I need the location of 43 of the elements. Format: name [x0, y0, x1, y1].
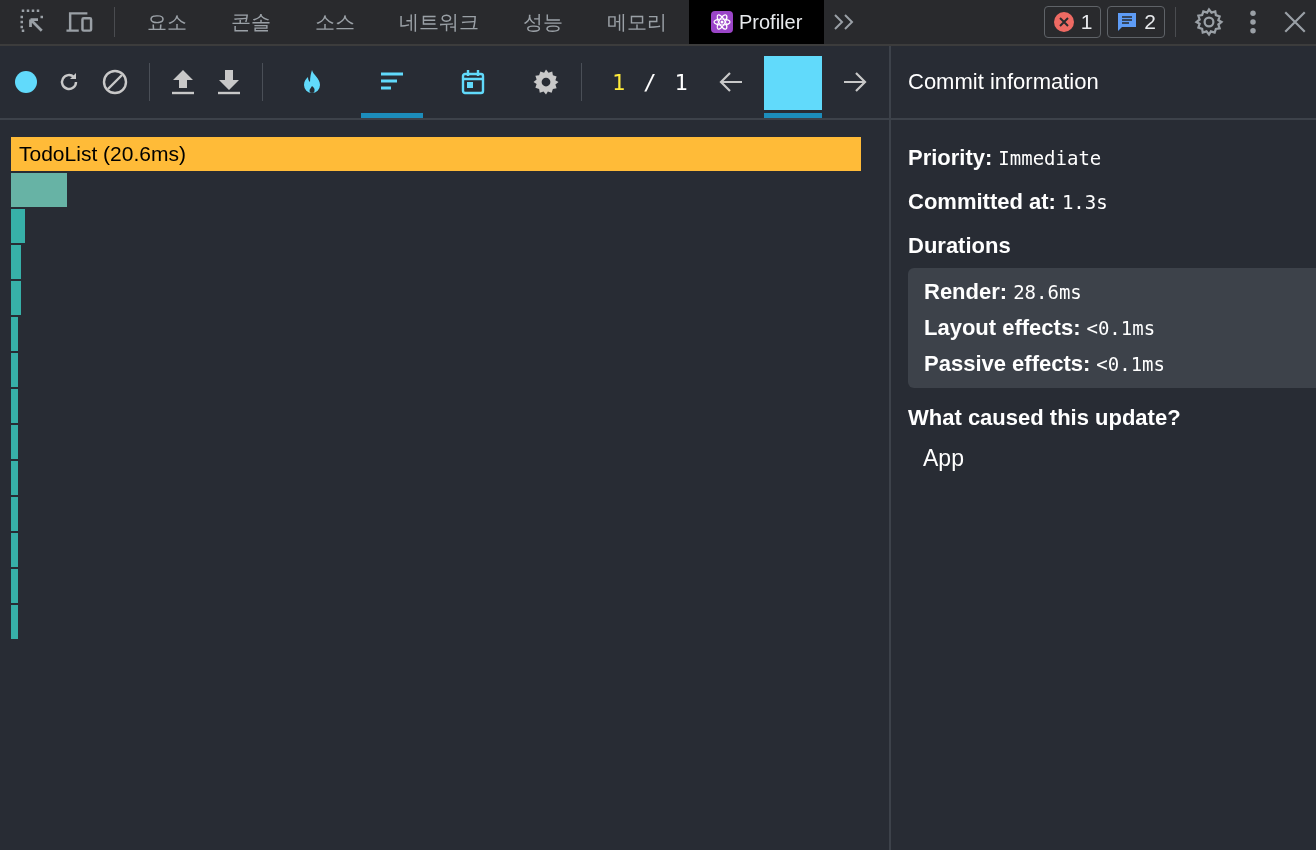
commit-index: 1	[612, 69, 626, 95]
component-bar[interactable]: TodoList (20.6ms)	[11, 137, 861, 171]
download-icon[interactable]	[216, 68, 242, 96]
panel-tab[interactable]: 소스	[293, 0, 377, 44]
field-label: Passive effects:	[924, 351, 1091, 377]
close-icon[interactable]	[1282, 9, 1308, 35]
calendar-icon	[461, 69, 485, 95]
field-label: Committed at:	[908, 189, 1056, 215]
clear-icon[interactable]	[101, 68, 129, 96]
ranked-bars-icon	[379, 71, 405, 93]
field-value: <0.1ms	[1096, 353, 1165, 375]
atom-icon	[711, 11, 733, 33]
cause-item[interactable]: App	[908, 440, 1316, 476]
panel-tab[interactable]: 콘솔	[209, 0, 293, 44]
panel-title: Commit information	[908, 69, 1099, 95]
panel-tab[interactable]: 네트워크	[377, 0, 501, 44]
panel-tab[interactable]: 요소	[125, 0, 209, 44]
arrow-right-icon[interactable]	[841, 70, 868, 94]
section-title: What caused this update?	[908, 405, 1181, 431]
field-value: Immediate	[998, 147, 1102, 169]
field-value: 1.3s	[1061, 191, 1108, 213]
field-label: Render:	[924, 279, 1008, 305]
settings-icon[interactable]	[531, 67, 561, 97]
message-icon	[1116, 11, 1139, 33]
counter-separator: /	[643, 69, 657, 95]
upload-icon[interactable]	[170, 68, 196, 96]
field-value: 28.6ms	[1013, 281, 1082, 303]
error-icon	[1052, 11, 1075, 33]
record-icon[interactable]	[15, 71, 37, 93]
commit-total: 1	[674, 69, 688, 95]
error-count-badge[interactable]: 1	[1043, 6, 1102, 38]
panel-tab[interactable]: 메모리	[585, 0, 689, 44]
field-label: Priority:	[908, 145, 993, 171]
flame-icon	[301, 69, 323, 95]
arrow-left-icon[interactable]	[717, 70, 744, 94]
field-value: <0.1ms	[1086, 317, 1156, 339]
field-label: Layout effects:	[924, 315, 1081, 341]
selection-underline	[763, 113, 822, 118]
settings-icon[interactable]	[1194, 7, 1224, 37]
panel-tab[interactable]: 성능	[501, 0, 585, 44]
message-count-badge[interactable]: 2	[1107, 6, 1165, 38]
panel-tab[interactable]: Profiler	[689, 0, 825, 44]
section-title: Durations	[908, 233, 1011, 259]
